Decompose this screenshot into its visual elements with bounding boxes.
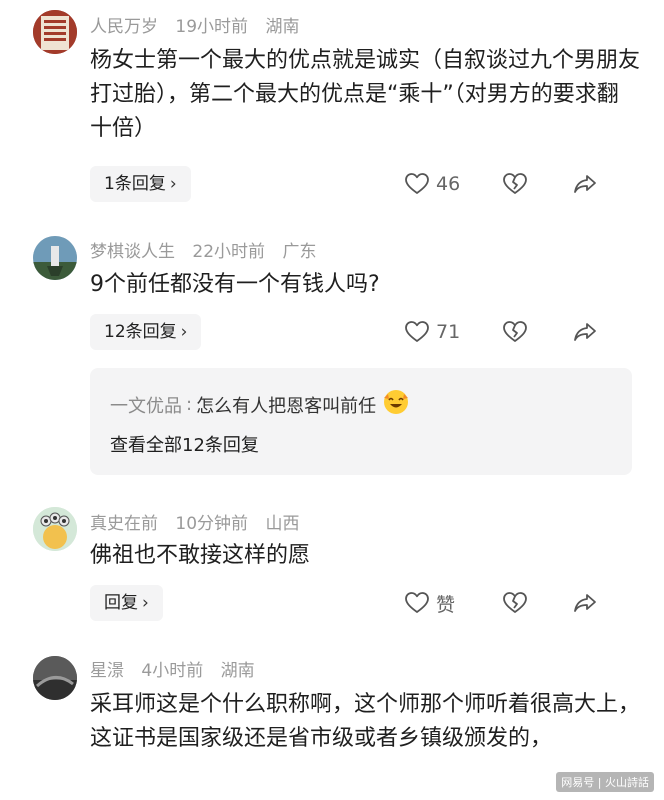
- avatar[interactable]: [33, 507, 77, 551]
- comment-text: 采耳师这是个什么职称啊，这个师那个师听着很高大上，这证书是国家级还是省市级或者乡…: [90, 692, 641, 751]
- share-arrow-icon: [574, 175, 596, 193]
- reply-label: 回复: [104, 593, 138, 613]
- watermark: 网易号 | 火山詩話: [556, 772, 654, 792]
- comment-meta: 真史在前 10分钟前 山西: [90, 509, 311, 534]
- share-arrow-icon: [574, 323, 596, 341]
- username[interactable]: 星澋: [90, 661, 124, 681]
- location: 广东: [282, 242, 317, 262]
- username[interactable]: 人民万岁: [90, 17, 158, 37]
- share-arrow-icon: [574, 594, 596, 612]
- reply-username[interactable]: 一文优品: [110, 392, 182, 418]
- dislike-button[interactable]: [502, 166, 528, 202]
- avatar[interactable]: [33, 10, 77, 54]
- like-count: 71: [436, 321, 461, 343]
- comment-actions: 赞: [404, 585, 664, 621]
- broken-heart-icon: [503, 321, 527, 342]
- like-button[interactable]: 71: [404, 314, 460, 350]
- share-button[interactable]: [572, 314, 598, 350]
- location: 湖南: [265, 17, 300, 37]
- reply-preview-line: 一文优品 : 怎么有人把恩客叫前任: [110, 388, 410, 421]
- heart-outline-icon: [405, 592, 429, 613]
- reply-separator: :: [186, 394, 193, 415]
- view-replies-button[interactable]: 12条回复 ›: [90, 314, 202, 350]
- reply-text: 怎么有人把恩客叫前任: [196, 395, 377, 417]
- timestamp: 10分钟前: [175, 514, 249, 534]
- location: 湖南: [220, 661, 255, 681]
- dislike-button[interactable]: [502, 314, 528, 350]
- comment-meta: 星澋 4小时前 湖南: [90, 656, 267, 681]
- view-replies-button[interactable]: 1条回复 ›: [90, 166, 191, 202]
- like-count: 46: [436, 173, 461, 195]
- avatar[interactable]: [33, 236, 77, 280]
- chevron-right-icon: ›: [142, 593, 149, 613]
- share-button[interactable]: [572, 585, 598, 621]
- like-button[interactable]: 赞: [404, 585, 455, 621]
- timestamp: 19小时前: [175, 17, 249, 37]
- timestamp: 22小时前: [192, 242, 266, 262]
- username[interactable]: 梦棋谈人生: [90, 242, 175, 262]
- avatar[interactable]: [33, 656, 77, 700]
- reply-preview[interactable]: 一文优品 : 怎么有人把恩客叫前任 查看全部12条回复: [90, 368, 632, 475]
- heart-outline-icon: [405, 321, 429, 342]
- comment-actions: 46: [404, 166, 664, 202]
- dislike-button[interactable]: [502, 585, 528, 621]
- like-button[interactable]: 46: [404, 166, 460, 202]
- username[interactable]: 真史在前: [90, 514, 158, 534]
- comment-actions: 71: [404, 314, 664, 350]
- broken-heart-icon: [503, 173, 527, 194]
- comment-text: 9个前任都没有一个有钱人吗?: [90, 272, 380, 297]
- grinning-face-emoji-icon: [382, 388, 410, 421]
- reply-label: 12条回复: [104, 322, 177, 342]
- like-count: 赞: [436, 593, 456, 616]
- chevron-right-icon: ›: [180, 322, 188, 342]
- reply-button[interactable]: 回复 ›: [90, 585, 163, 621]
- comment-meta: 梦棋谈人生 22小时前 广东: [90, 237, 328, 262]
- reply-label: 1条回复: [104, 174, 166, 194]
- heart-outline-icon: [405, 173, 429, 194]
- share-button[interactable]: [572, 166, 598, 202]
- location: 山西: [265, 514, 300, 534]
- view-all-replies-link[interactable]: 查看全部12条回复: [110, 431, 259, 457]
- comment-text: 佛祖也不敢接这样的愿: [90, 543, 311, 568]
- broken-heart-icon: [503, 592, 527, 613]
- chevron-right-icon: ›: [169, 174, 177, 194]
- comment-text: 杨女士第一个最大的优点就是诚实（自叙谈过九个男朋友打过胎），第二个最大的优点是“…: [90, 48, 641, 141]
- timestamp: 4小时前: [141, 661, 204, 681]
- comment-meta: 人民万岁 19小时前 湖南: [90, 12, 311, 37]
